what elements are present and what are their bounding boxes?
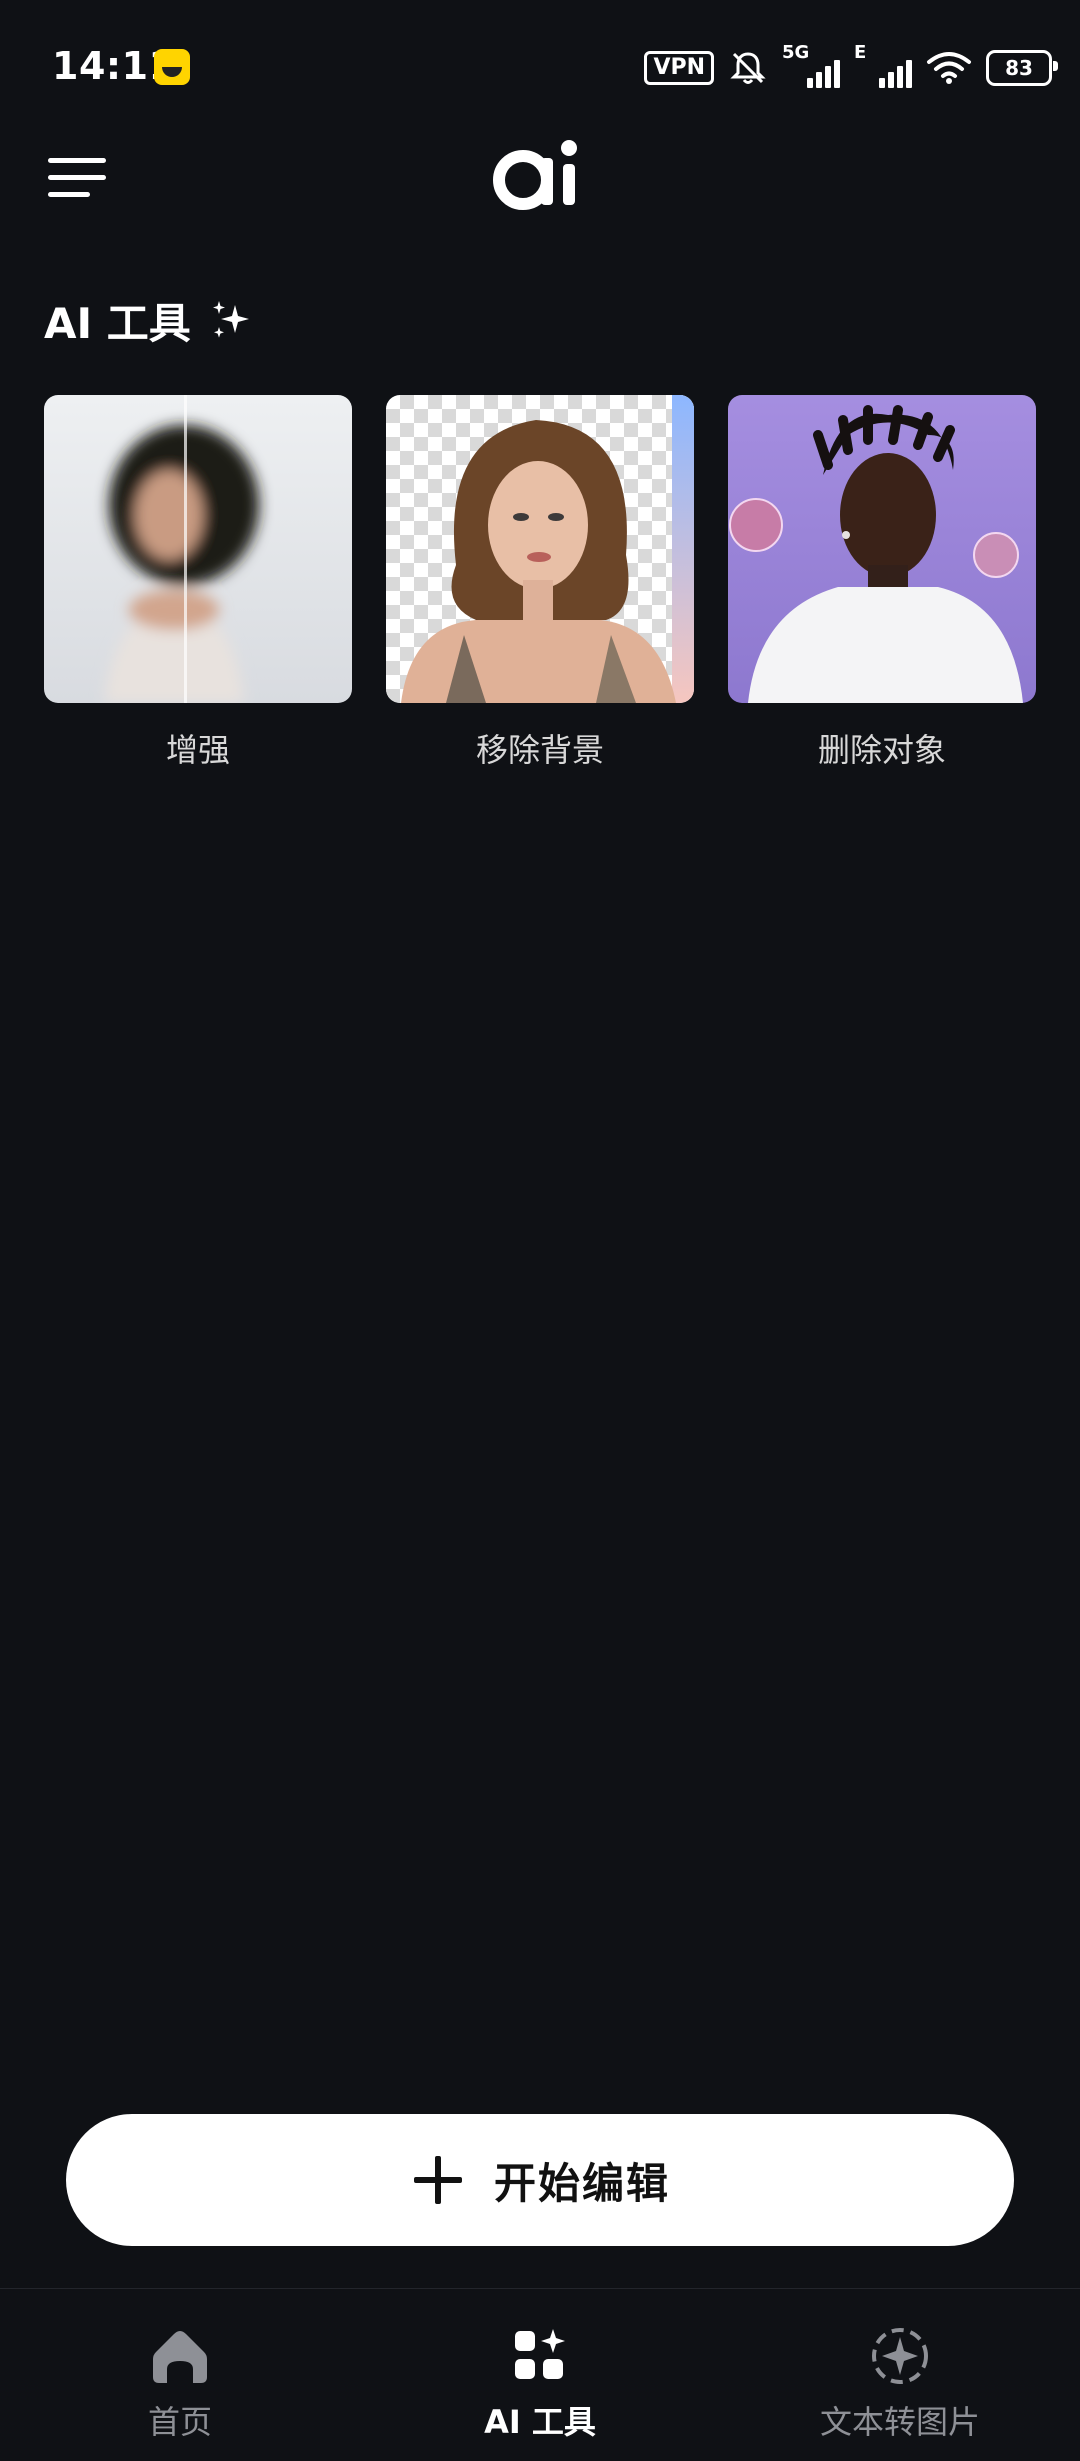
signal-5g-icon: 5G: [782, 42, 840, 88]
start-editing-label: 开始编辑: [493, 2158, 670, 2208]
status-icons: VPN 5G E 83: [644, 42, 1058, 94]
wifi-icon: [927, 52, 971, 84]
home-icon: [153, 2331, 207, 2383]
tool-enhance[interactable]: 增强: [44, 395, 352, 771]
notification-app-icon: [154, 49, 190, 85]
start-editing-button[interactable]: 开始编辑: [66, 2114, 1014, 2246]
vpn-icon: VPN: [644, 51, 714, 85]
nav-ai-tools-label: AI 工具: [484, 2403, 596, 2441]
sparkle-icon: [212, 300, 249, 338]
ai-tools-icon: [515, 2329, 565, 2379]
remove-background-thumbnail[interactable]: [386, 395, 694, 703]
menu-icon[interactable]: [48, 155, 108, 199]
tool-remove-background-label: 移除背景: [475, 731, 604, 769]
tool-remove-object-label: 删除对象: [817, 731, 946, 769]
nav-text-to-image[interactable]: 文本转图片: [720, 2289, 1080, 2461]
tool-enhance-label: 增强: [165, 731, 230, 769]
bottom-navigation: 首页 AI 工具 文本转图片: [0, 2288, 1080, 2461]
mute-bell-icon: [730, 52, 766, 84]
nav-home[interactable]: 首页: [0, 2289, 360, 2461]
tool-remove-background[interactable]: 移除背景: [386, 395, 694, 771]
remove-object-thumbnail[interactable]: [728, 395, 1036, 703]
plus-icon: [413, 2156, 462, 2204]
text-to-image-icon: [872, 2328, 928, 2384]
nav-ai-tools[interactable]: AI 工具: [360, 2289, 720, 2461]
tool-remove-object[interactable]: 删除对象: [728, 395, 1036, 771]
battery-icon: 83: [986, 50, 1058, 86]
section-title: AI 工具: [44, 290, 255, 351]
status-bar: 14:11 VPN 5G E 83: [0, 0, 1080, 135]
app-logo: ai: [493, 140, 577, 210]
ai-tools-list: 增强 移除背景 删除对象: [44, 395, 1036, 771]
signal-e-icon: E: [854, 42, 912, 88]
section-title-text: AI 工具: [44, 299, 191, 348]
enhance-thumbnail[interactable]: [44, 395, 352, 703]
nav-text-to-image-label: 文本转图片: [819, 2403, 980, 2441]
nav-home-label: 首页: [147, 2403, 212, 2441]
